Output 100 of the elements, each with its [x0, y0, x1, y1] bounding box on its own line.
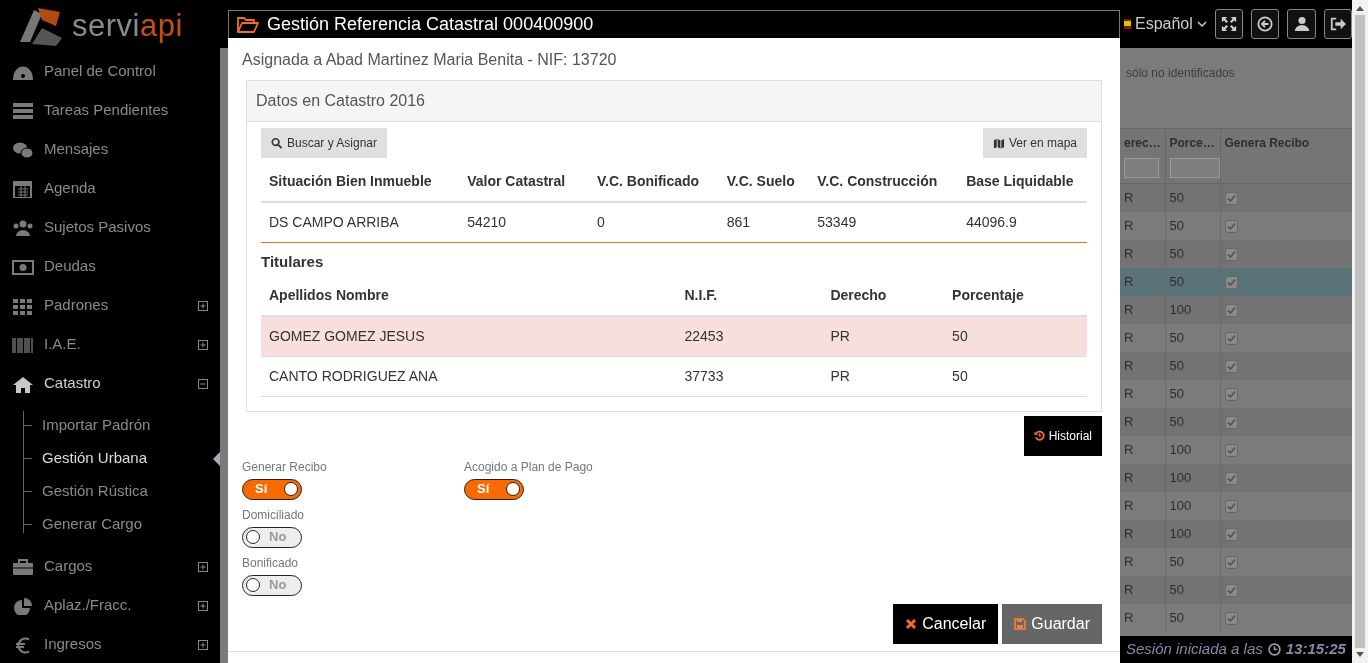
sidebar-item[interactable]: I.A.E. [0, 325, 220, 364]
sidebar-subitem[interactable]: Importar Padrón [24, 409, 220, 442]
expand-icon[interactable] [198, 561, 208, 572]
sidebar-item[interactable]: Sujetos Pasivos [0, 208, 220, 247]
sign-out-icon [1329, 16, 1346, 32]
folder-icon [237, 15, 259, 34]
sidebar-item[interactable]: Catastro [0, 364, 220, 403]
table-cell: R [1120, 379, 1165, 408]
table-cell: R [1120, 323, 1165, 352]
history-icon [1033, 430, 1045, 441]
table-cell: R [1120, 351, 1165, 380]
filter-input-field[interactable] [1124, 158, 1159, 178]
table-cell: R [1120, 575, 1165, 604]
expand-icon[interactable] [198, 300, 208, 311]
table-cell: R [1120, 547, 1165, 576]
table-cell: DS CAMPO ARRIBA [261, 202, 460, 243]
home-icon [12, 374, 34, 393]
column-header: Porcentaje [944, 275, 1087, 316]
table-cell: 50 [944, 356, 1087, 396]
table-cell: R [1120, 435, 1165, 464]
back-button[interactable] [1251, 9, 1280, 39]
table-cell: 100 [1165, 463, 1220, 492]
logout-button[interactable] [1323, 9, 1352, 39]
column-header[interactable]: Genera Recibo [1224, 136, 1310, 150]
table-cell: 50 [1165, 379, 1220, 408]
table-cell: R [1120, 295, 1165, 324]
flag-icon [1124, 19, 1131, 29]
list-icon [12, 101, 34, 120]
table-cell: 0 [588, 202, 719, 243]
sidebar-item[interactable]: Padrones [0, 286, 220, 325]
clock-icon [1267, 643, 1281, 656]
column-header: N.I.F. [676, 275, 823, 316]
sidebar-item[interactable]: Ingresos [0, 625, 220, 663]
switch-label: Bonificado [242, 554, 300, 572]
sidebar-item[interactable]: Aplaz./Fracc. [0, 586, 220, 625]
sidebar-item[interactable]: Panel de Control [0, 52, 220, 91]
column-header: Base Liquidable [958, 162, 1087, 202]
switch-label: Domiciliado [242, 506, 306, 524]
scrollbar[interactable] [1352, 0, 1368, 663]
table-cell: R [1120, 491, 1165, 520]
toggle-switch[interactable]: Sí [464, 478, 524, 500]
table-cell: 100 [1165, 435, 1220, 464]
table-cell: 44096.9 [958, 202, 1087, 243]
briefcase-icon [12, 557, 34, 576]
sidebar-subitem[interactable]: Gestión Rústica [24, 475, 220, 508]
scroll-up-icon [1356, 5, 1364, 11]
users-icon [12, 218, 34, 237]
save-button[interactable]: Guardar [1002, 603, 1102, 644]
table-cell: 100 [1165, 491, 1220, 520]
sidebar-item[interactable]: Agenda [0, 169, 220, 208]
table-cell: PR [822, 315, 945, 356]
language-selector[interactable]: Español [1124, 12, 1207, 36]
banknote-icon [12, 257, 34, 276]
grid-icon [12, 296, 34, 315]
map-button[interactable]: Ver en mapa [982, 128, 1087, 158]
search-assign-button[interactable]: Buscar y Asignar [261, 128, 388, 158]
table-cell: CANTO RODRIGUEZ ANA [261, 356, 677, 396]
history-button[interactable]: Historial [1023, 415, 1102, 456]
search-icon [271, 136, 283, 150]
scroll-down-icon [1356, 652, 1364, 658]
sidebar-subitem[interactable]: Generar Cargo [24, 508, 220, 541]
caret-icon [1196, 20, 1207, 28]
column-header: V.C. Suelo [718, 162, 810, 202]
table-cell: 50 [1165, 323, 1220, 352]
table-cell: R [1120, 211, 1165, 240]
sidebar-item[interactable]: Deudas [0, 247, 220, 286]
table-cell: 50 [1165, 211, 1220, 240]
table-cell: 861 [718, 202, 810, 243]
assignment-text: Asignada a Abad Martinez Maria Benita - NIF: 13720 [242, 50, 618, 70]
expand-icon[interactable] [198, 639, 208, 650]
filter-input-field[interactable] [1169, 158, 1220, 178]
cancel-button[interactable]: Cancelar [893, 603, 999, 644]
expand-icon[interactable] [198, 600, 208, 611]
switch-label: Acogido a Plan de Pago [464, 458, 594, 476]
expand-icon[interactable] [198, 339, 208, 350]
collapse-icon[interactable] [198, 378, 208, 389]
fullscreen-button[interactable] [1214, 9, 1244, 39]
session-time: 13:15:25 [1285, 639, 1346, 660]
sidebar-item[interactable]: Mensajes [0, 130, 220, 169]
modal-title: Gestión Referencia Catastral 000400900 [267, 13, 594, 36]
user-button[interactable] [1287, 9, 1316, 39]
sidebar-item[interactable]: Cargos [0, 547, 220, 586]
table-cell: 22453 [676, 315, 823, 356]
column-header: Valor Catastral [459, 162, 589, 202]
switch-label: Generar Recibo [242, 458, 328, 476]
pie-chart-icon [12, 596, 34, 615]
table-cell: 50 [944, 315, 1087, 356]
table-cell: 50 [1165, 603, 1220, 632]
filter-label: sólo no identificados [1125, 65, 1236, 82]
column-header: V.C. Bonificado [588, 162, 719, 202]
section-title: Titulares [261, 252, 325, 272]
table-row[interactable]: GOMEZ GOMEZ JESUS 22453 PR 50 [261, 315, 1087, 356]
table-cell: R [1120, 463, 1165, 492]
toggle-switch[interactable]: Sí [242, 478, 302, 500]
table-cell: 50 [1165, 575, 1220, 604]
sidebar-item[interactable]: Tareas Pendientes [0, 91, 220, 130]
table-cell: R [1120, 603, 1165, 632]
barcode-icon [12, 335, 34, 354]
user-icon [1293, 16, 1310, 32]
table-row[interactable]: CANTO RODRIGUEZ ANA 37733 PR 50 [261, 356, 1087, 396]
